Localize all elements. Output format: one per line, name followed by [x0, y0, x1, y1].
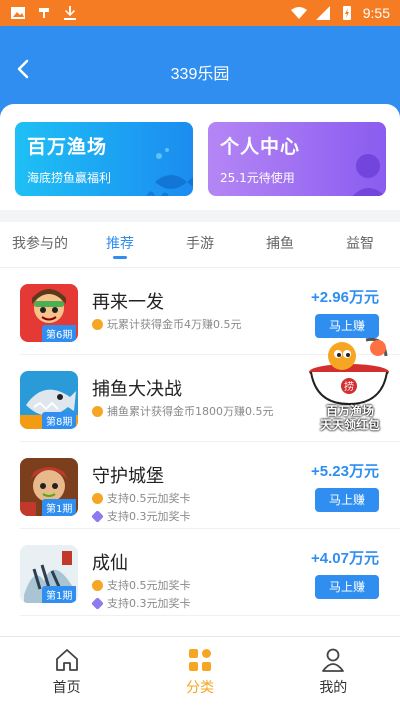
nav-home[interactable]: 首页 [0, 637, 133, 711]
coin-icon [92, 318, 103, 330]
period-badge: 第6期 [42, 325, 77, 342]
reward-amount: +4.07万元 [311, 550, 379, 567]
diamond-icon [91, 509, 104, 523]
home-icon [55, 649, 78, 671]
download-icon [62, 5, 78, 21]
game-thumbnail: 第6期 [20, 284, 78, 342]
game-name: 再来一发 [92, 292, 164, 313]
game-name: 捕鱼大决战 [92, 379, 182, 400]
fishing-ground-card[interactable]: 百万渔场 海底捞鱼赢福利 [15, 122, 193, 196]
feature-cards: 百万渔场 海底捞鱼赢福利 个人中心 25.1元待使用 [0, 104, 400, 210]
detail-text: 支持0.5元加奖卡 [107, 579, 191, 592]
tab-participated[interactable]: 我参与的 [0, 222, 80, 267]
earn-now-button[interactable]: 马上赚 [315, 575, 379, 599]
diamond-icon [91, 596, 104, 610]
list-item[interactable]: 第1期 成仙 支持0.5元加奖卡 支持0.3元加奖卡 +4.07万元 马上赚 [20, 529, 400, 616]
game-thumbnail: 第1期 [20, 545, 78, 603]
reward-amount: +5.23万元 [311, 463, 379, 480]
nav-profile[interactable]: 我的 [267, 637, 400, 711]
fish-bowl-icon: 捞 [309, 337, 389, 406]
user-icon [322, 648, 345, 672]
wifi-icon [290, 5, 307, 21]
game-detail: 捕鱼累计获得金币1800万赚0.5元 [92, 403, 274, 419]
person-decoration-icon [352, 154, 385, 196]
game-list: 第6期 再来一发 玩累计获得金币4万赚0.5元 +2.96万元 马上赚 第8期 … [0, 268, 400, 635]
reward-amount: +2.96万元 [311, 289, 379, 306]
game-detail: 支持0.3元加奖卡 [91, 508, 191, 524]
category-tabs: 我参与的 推荐 手游 捕鱼 益智 [0, 222, 400, 268]
category-grid-icon [188, 649, 211, 671]
coin-icon [92, 579, 103, 591]
battery-charging-icon [339, 5, 355, 21]
game-name: 守护城堡 [92, 466, 164, 487]
floating-promo[interactable]: 捞 百万渔场 天天领红包 [306, 334, 392, 432]
game-detail: 玩累计获得金币4万赚0.5元 [92, 316, 242, 332]
app-icon [36, 5, 52, 21]
earn-now-button[interactable]: 马上赚 [315, 488, 379, 512]
personal-center-card[interactable]: 个人中心 25.1元待使用 [208, 122, 386, 196]
detail-text: 支持0.5元加奖卡 [107, 492, 191, 505]
game-detail: 支持0.3元加奖卡 [91, 595, 191, 611]
game-name: 成仙 [92, 553, 128, 574]
bowl-badge: 捞 [344, 380, 354, 393]
status-bar: 9:55 [0, 0, 400, 26]
partial-list-item [0, 626, 400, 636]
game-detail: 支持0.5元加奖卡 [92, 577, 191, 593]
detail-text: 支持0.3元加奖卡 [107, 597, 191, 610]
list-item[interactable]: 第1期 守护城堡 支持0.5元加奖卡 支持0.3元加奖卡 +5.23万元 马上赚 [20, 442, 400, 529]
nav-label: 首页 [52, 680, 81, 696]
tab-recommended[interactable]: 推荐 [80, 222, 160, 267]
period-badge: 第1期 [42, 499, 77, 516]
nav-label: 分类 [185, 680, 214, 696]
page-title: 339乐园 [170, 66, 230, 83]
nav-label: 我的 [319, 680, 348, 696]
promo-line2: 天天领红包 [319, 418, 380, 432]
detail-text: 支持0.3元加奖卡 [107, 510, 191, 523]
coin-icon [92, 405, 103, 417]
tab-fishing[interactable]: 捕鱼 [240, 222, 320, 267]
signal-icon [315, 5, 331, 21]
tab-puzzle[interactable]: 益智 [320, 222, 400, 267]
game-detail: 支持0.5元加奖卡 [92, 490, 191, 506]
period-badge: 第8期 [42, 412, 77, 429]
coin-icon [92, 492, 103, 504]
detail-text: 玩累计获得金币4万赚0.5元 [107, 318, 242, 331]
image-icon [10, 5, 26, 21]
tab-mobile-games[interactable]: 手游 [160, 222, 240, 267]
status-time: 9:55 [362, 5, 390, 21]
game-thumbnail: 第1期 [20, 458, 78, 516]
detail-text: 捕鱼累计获得金币1800万赚0.5元 [107, 405, 274, 418]
bottom-navigation: 首页 分类 我的 [0, 636, 400, 711]
nav-category[interactable]: 分类 [133, 637, 266, 711]
fish-decoration-icon [146, 148, 193, 196]
game-thumbnail: 第8期 [20, 371, 78, 429]
period-badge: 第1期 [42, 586, 77, 603]
